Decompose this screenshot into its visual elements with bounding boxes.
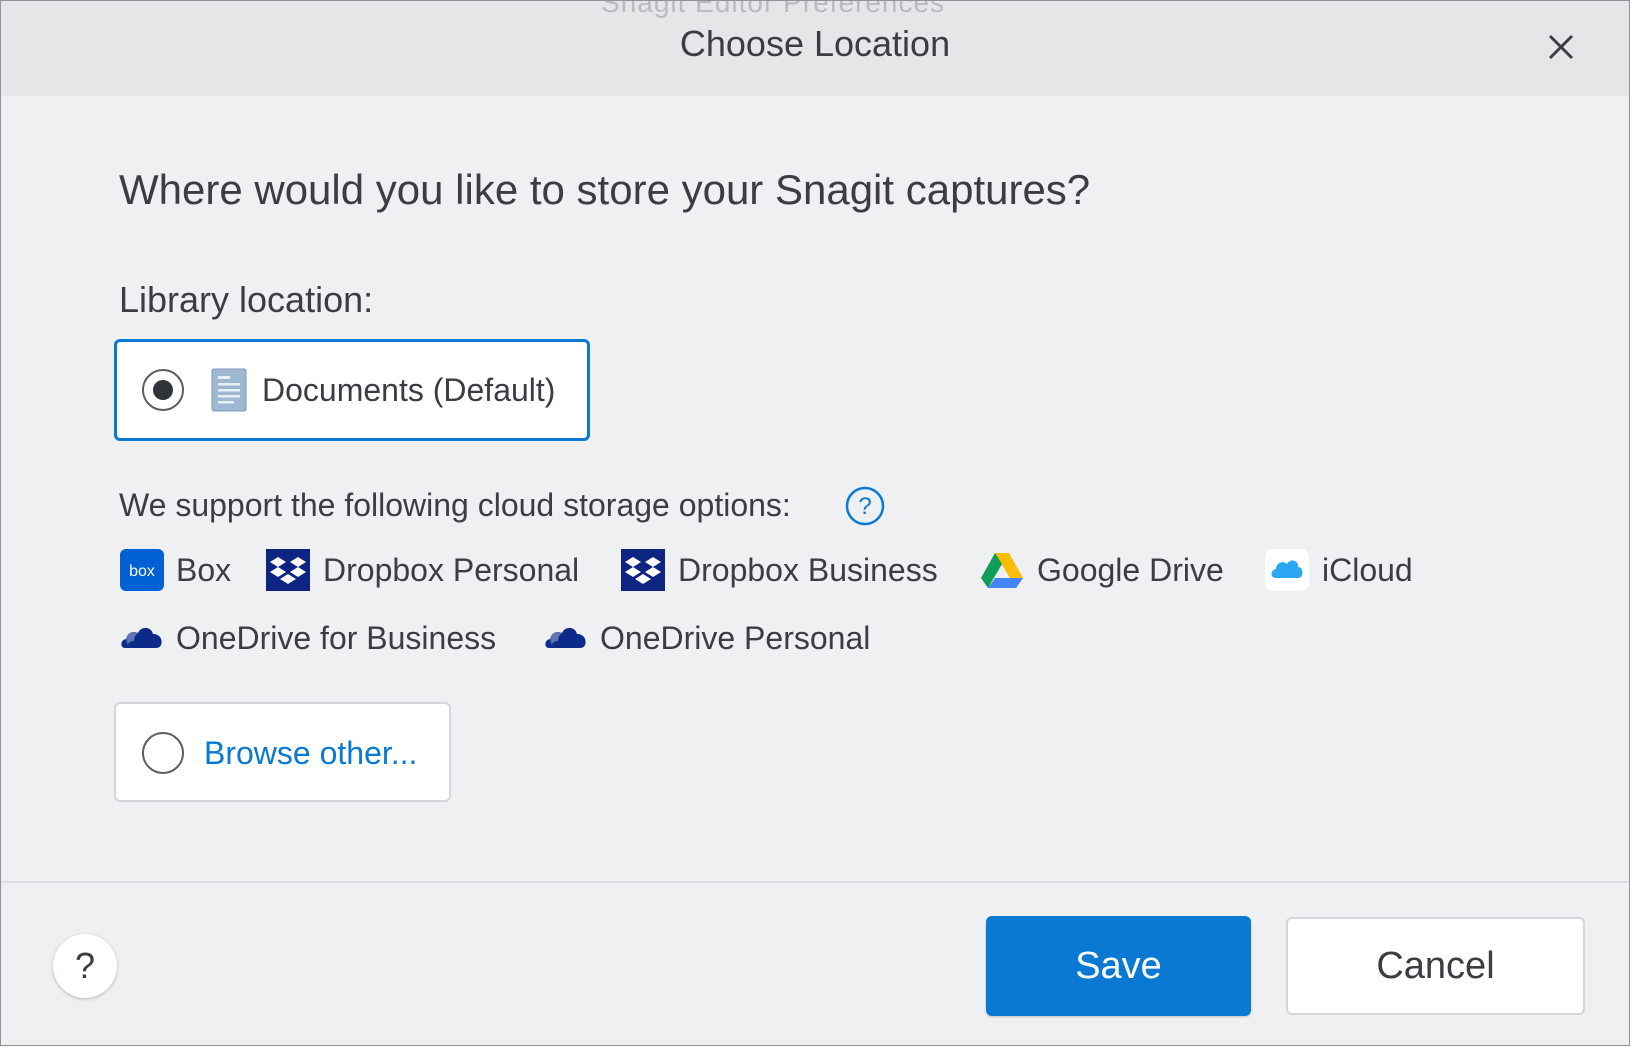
- cloud-item-icloud: iCloud: [1264, 547, 1434, 593]
- library-location-label: Library location:: [119, 279, 374, 320]
- save-button[interactable]: Save: [986, 916, 1251, 1016]
- browse-other-option[interactable]: Browse other...: [114, 702, 451, 802]
- box-icon: box: [120, 549, 164, 591]
- choose-location-dialog: Snagit Editor Preferences Choose Locatio…: [0, 0, 1630, 1046]
- browse-radio[interactable]: [142, 732, 184, 774]
- svg-text:box: box: [129, 563, 155, 580]
- cloud-support-text: We support the following cloud storage o…: [119, 487, 791, 523]
- help-circle-icon[interactable]: ?: [844, 485, 886, 527]
- cloud-label: Google Drive: [1037, 552, 1224, 588]
- cloud-label: OneDrive for Business: [176, 620, 497, 656]
- dialog-titlebar: Snagit Editor Preferences Choose Locatio…: [1, 1, 1629, 96]
- icloud-icon: [1265, 549, 1309, 591]
- cloud-label: iCloud: [1322, 552, 1413, 588]
- cloud-item-box: box Box: [119, 547, 239, 593]
- background-window-title: Snagit Editor Preferences: [601, 0, 946, 18]
- radio-selected-dot: [153, 380, 173, 400]
- cloud-label: Box: [176, 552, 232, 588]
- document-icon: [211, 368, 247, 412]
- cloud-label: Dropbox Personal: [323, 552, 580, 588]
- browse-other-link[interactable]: Browse other...: [204, 735, 417, 772]
- documents-option[interactable]: Documents (Default): [114, 339, 590, 441]
- cloud-item-onedrive-business: OneDrive for Business: [119, 615, 519, 661]
- dropbox-icon: [621, 549, 665, 591]
- dialog-title: Choose Location: [679, 23, 951, 64]
- dropbox-icon: [266, 549, 310, 591]
- storage-question: Where would you like to store your Snagi…: [119, 166, 1091, 213]
- cloud-item-dropbox-personal: Dropbox Personal: [265, 547, 595, 593]
- google-drive-icon: [981, 553, 1023, 588]
- svg-text:?: ?: [858, 493, 871, 520]
- cloud-item-dropbox-business: Dropbox Business: [620, 547, 960, 593]
- close-button[interactable]: [1537, 23, 1585, 71]
- documents-radio[interactable]: [142, 369, 184, 411]
- documents-option-label: Documents (Default): [262, 372, 556, 408]
- close-icon: [1548, 34, 1574, 60]
- cloud-item-onedrive-personal: OneDrive Personal: [543, 615, 903, 661]
- cancel-button[interactable]: Cancel: [1286, 917, 1585, 1015]
- onedrive-icon: [545, 627, 586, 648]
- cloud-label: OneDrive Personal: [600, 620, 871, 656]
- help-button[interactable]: ?: [53, 934, 117, 998]
- cloud-label: Dropbox Business: [678, 552, 938, 588]
- onedrive-icon: [121, 627, 162, 648]
- cloud-item-google-drive: Google Drive: [979, 547, 1239, 593]
- footer-divider: [1, 881, 1629, 883]
